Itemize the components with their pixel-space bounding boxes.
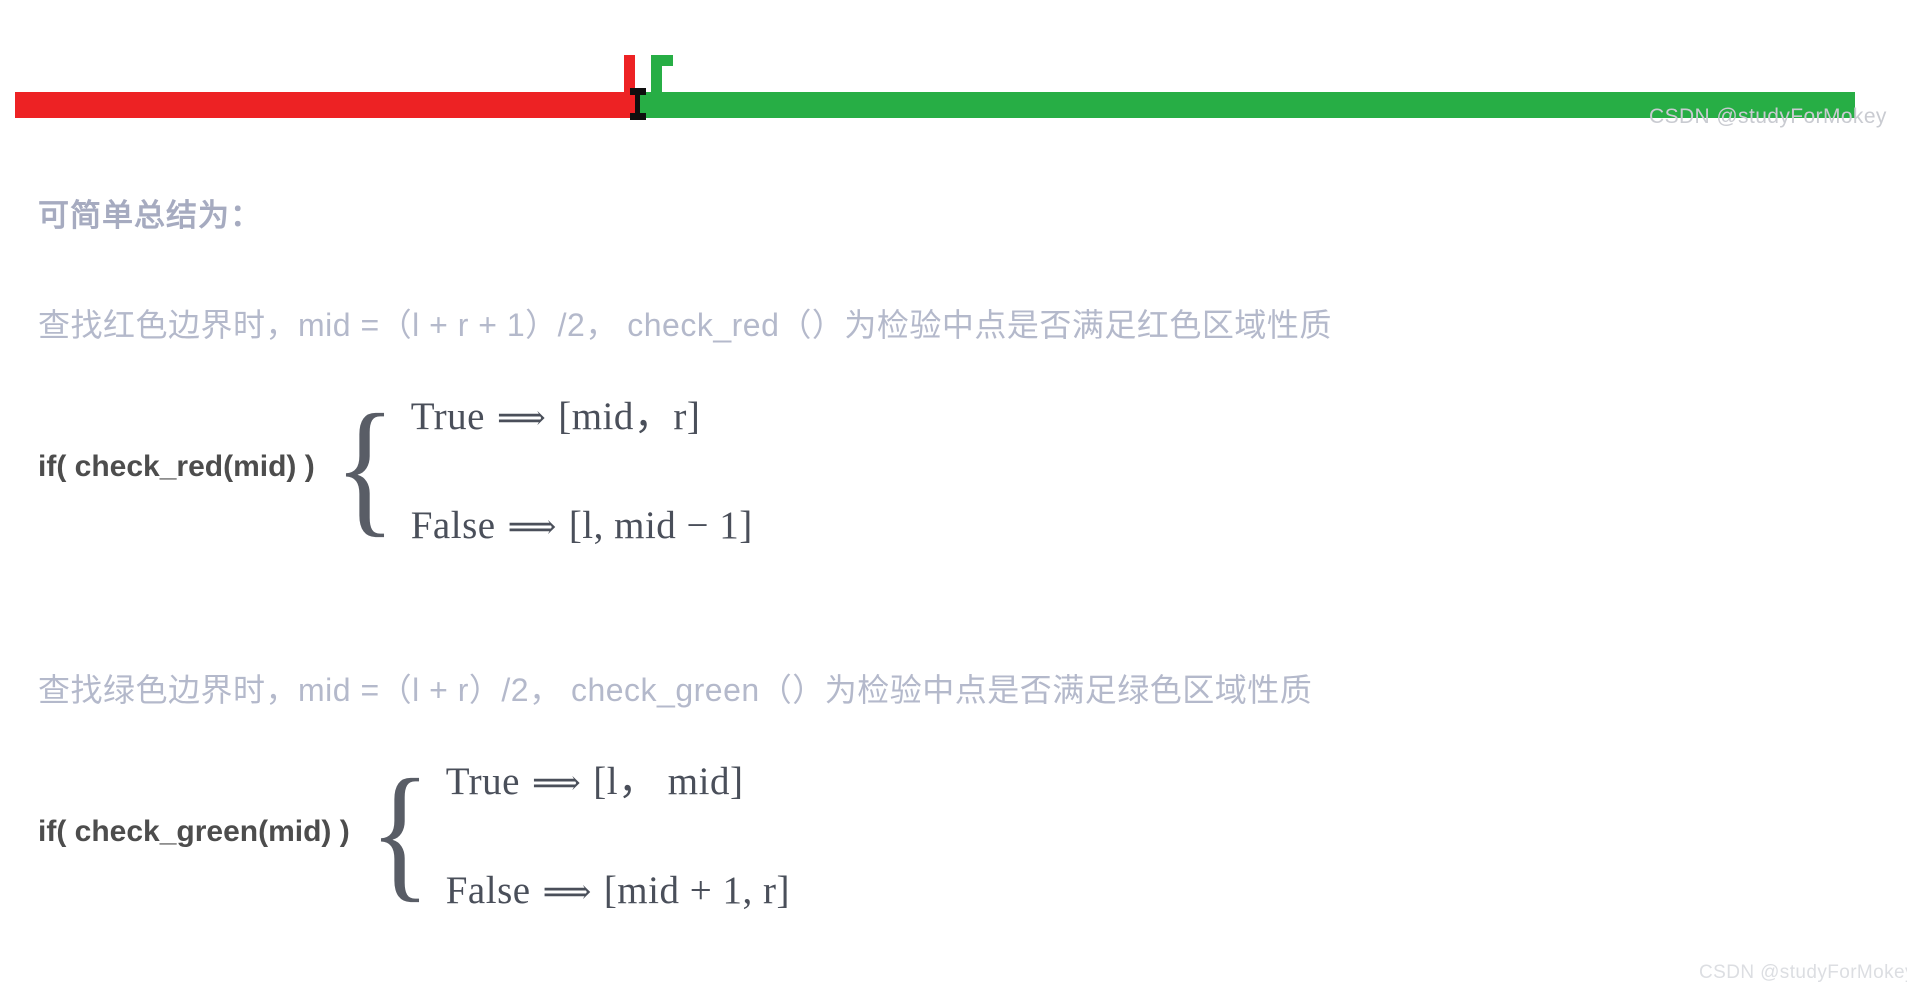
formula-branches-green: True ⟹ [l， mid] False ⟹ [mid + 1, r] <box>446 750 790 913</box>
formula-block-red: if( check_red(mid) ) { True ⟹ [mid，r] Fals… <box>38 385 753 548</box>
implies-arrow-icon: ⟹ <box>507 509 557 546</box>
branch-condition: False <box>445 869 531 912</box>
description-red-boundary: 查找红色边界时，mid =（l + r + 1）/2， check_red（）为… <box>38 307 1332 343</box>
red-region-bar <box>15 92 635 118</box>
branch-condition: True <box>445 760 520 803</box>
binary-search-boundary-diagram <box>0 0 1907 140</box>
branch-condition: True <box>410 395 485 438</box>
branch-true: True ⟹ [l， mid] <box>446 750 790 806</box>
formula-label-check-green: if( check_green(mid) ) <box>38 814 350 848</box>
watermark-bottom: CSDN @studyForMokey <box>1699 962 1907 983</box>
branch-result: [l, mid − 1] <box>568 504 753 547</box>
branch-result: [mid + 1, r] <box>603 869 790 912</box>
brace-icon: { <box>369 748 431 915</box>
description-green-boundary: 查找绿色边界时，mid =（l + r）/2， check_green（）为检验… <box>38 672 1313 708</box>
green-boundary-tick-foot <box>651 55 673 66</box>
branch-false: False ⟹ [l, mid − 1] <box>411 503 753 548</box>
watermark-top: CSDN @studyForMokey <box>1649 105 1887 128</box>
implies-arrow-icon: ⟹ <box>496 400 547 437</box>
branch-result: [l， mid] <box>593 760 744 803</box>
implies-arrow-icon: ⟹ <box>542 874 592 911</box>
branch-false: False ⟹ [mid + 1, r] <box>446 868 790 913</box>
formula-block-green: if( check_green(mid) ) { True ⟹ [l， mid] F… <box>38 750 790 913</box>
branch-condition: False <box>410 504 496 547</box>
branch-result: [mid，r] <box>558 395 701 438</box>
formula-branches-red: True ⟹ [mid，r] False ⟹ [l, mid − 1] <box>411 385 753 548</box>
branch-true: True ⟹ [mid，r] <box>411 385 753 441</box>
page-title: 可简单总结为： <box>38 198 262 233</box>
boundary-marker-bottom-cap <box>630 113 646 120</box>
formula-label-check-red: if( check_red(mid) ) <box>38 449 315 483</box>
implies-arrow-icon: ⟹ <box>531 765 582 802</box>
brace-icon: { <box>334 383 396 550</box>
